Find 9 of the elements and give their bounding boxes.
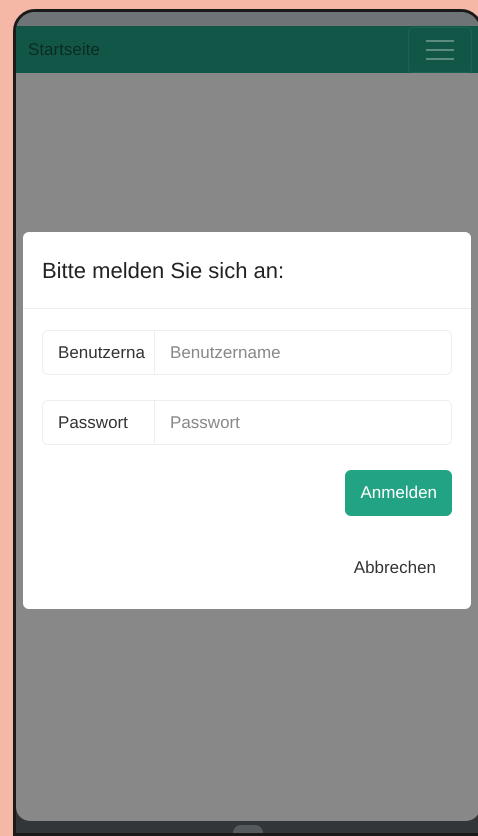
input-field[interactable]: Benutzername [155, 330, 452, 375]
field-label: Passwort [42, 400, 155, 445]
dialog-title: Bitte melden Sie sich an: [42, 256, 284, 284]
cancel-button[interactable]: Abbrechen [338, 548, 452, 588]
home-button[interactable] [233, 825, 263, 833]
input-field[interactable]: Passwort [155, 400, 452, 445]
field-label: Benutzerna [42, 330, 155, 375]
menu-icon [425, 38, 455, 62]
menu-button[interactable] [408, 26, 472, 72]
